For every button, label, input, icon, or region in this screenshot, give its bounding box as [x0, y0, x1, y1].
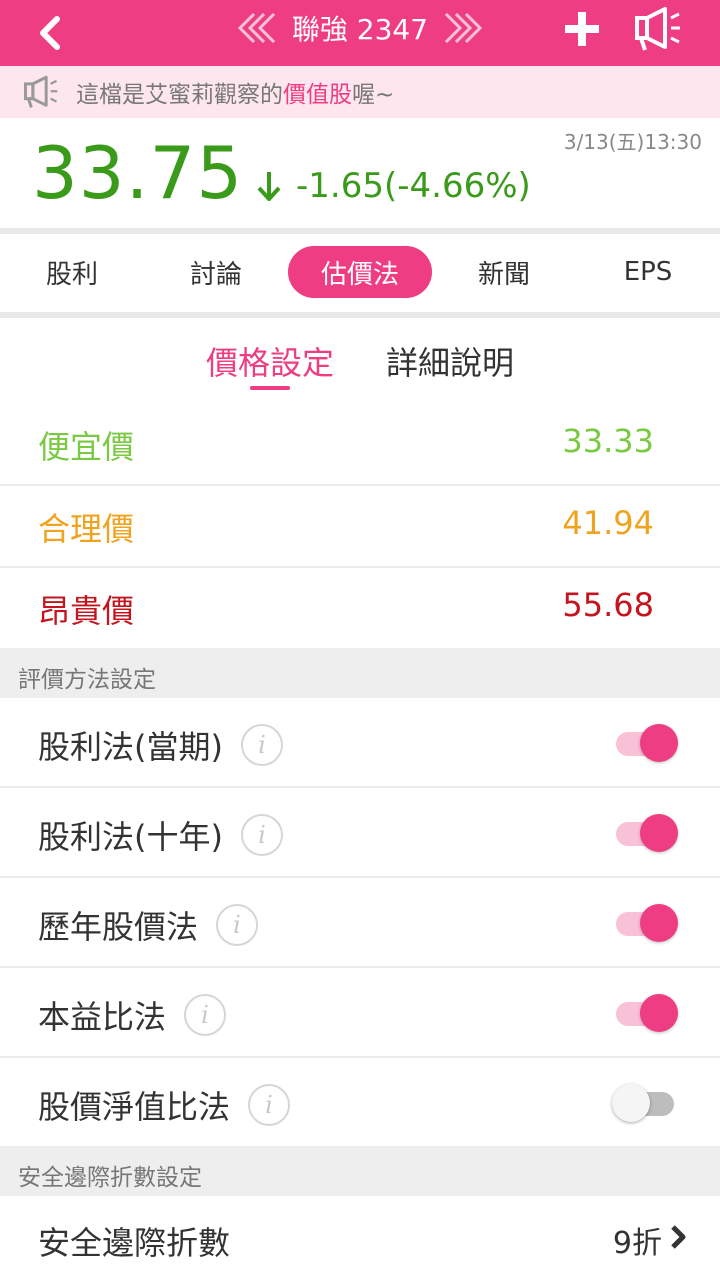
method-label: 本益比法 i — [38, 992, 227, 1038]
method-name: 股價淨值比法 — [38, 1088, 231, 1126]
tab-valuation[interactable]: 估價法 — [288, 246, 432, 298]
megaphone-icon — [22, 72, 62, 112]
subtab-details[interactable]: 詳細說明 — [386, 338, 514, 384]
back-button[interactable] — [30, 10, 70, 56]
chevron-right-icon — [671, 1225, 686, 1249]
method-toggle[interactable] — [612, 1084, 678, 1122]
section-title: 評價方法設定 — [18, 667, 156, 693]
banner-text-suffix: 喔~ — [352, 82, 395, 108]
price-quote: 33.75 -1.65(-4.66%) 3/13(五)13:30 — [0, 118, 720, 228]
method-label: 股價淨值比法 i — [38, 1082, 291, 1128]
info-icon[interactable]: i — [248, 1084, 291, 1126]
megaphone-icon — [635, 7, 680, 51]
double-chevron-left-icon — [237, 12, 275, 44]
method-row: 股利法(當期) i — [0, 698, 720, 788]
banner-text-prefix: 這檔是艾蜜莉觀察的 — [76, 82, 283, 108]
top-app-bar: 聯強 2347 — [0, 0, 720, 66]
price-label: 便宜價 — [38, 428, 135, 466]
tab-eps[interactable]: EPS — [596, 246, 700, 298]
price-row-cheap: 便宜價 33.33 — [0, 404, 720, 486]
info-icon[interactable]: i — [240, 814, 283, 856]
price-row-fair: 合理價 41.94 — [0, 486, 720, 568]
method-label: 股利法(十年) i — [38, 812, 283, 858]
tab-discussion[interactable]: 討論 — [164, 246, 268, 298]
next-stock-button[interactable] — [440, 11, 484, 45]
subtab-price-settings[interactable]: 價格設定 — [206, 338, 334, 384]
price-value: 55.68 — [562, 586, 654, 624]
banner-text: 這檔是艾蜜莉觀察的價值股喔~ — [76, 75, 394, 109]
method-row: 股價淨值比法 i — [0, 1058, 720, 1146]
tab-dividend[interactable]: 股利 — [20, 246, 124, 298]
plus-icon — [565, 12, 599, 46]
method-name: 股利法(十年) — [38, 818, 223, 856]
price-row-expensive: 昂貴價 55.68 — [0, 568, 720, 648]
info-icon[interactable]: i — [216, 904, 259, 946]
safety-margin-row[interactable]: 安全邊際折數 9折 — [0, 1196, 720, 1271]
method-label: 歷年股價法 i — [38, 902, 259, 948]
active-subtab-indicator — [250, 386, 290, 390]
announcement-button[interactable] — [630, 4, 686, 54]
method-toggle[interactable] — [612, 724, 678, 762]
previous-stock-button[interactable] — [236, 11, 280, 45]
arrow-down-icon — [256, 170, 282, 202]
section-title: 安全邊際折數設定 — [18, 1165, 202, 1191]
banner-highlight: 價值股 — [283, 82, 352, 108]
method-toggle[interactable] — [612, 814, 678, 852]
price-value: 41.94 — [562, 504, 654, 542]
price-value: 33.33 — [562, 422, 654, 460]
method-label: 股利法(當期) i — [38, 722, 283, 768]
price-label: 合理價 — [38, 510, 135, 548]
safety-margin-value: 9折 — [612, 1226, 662, 1261]
price-change-value: -1.65(-4.66%) — [296, 166, 531, 206]
method-toggle[interactable] — [612, 994, 678, 1032]
main-tabs: 股利 討論 估價法 新聞 EPS — [0, 234, 720, 312]
info-icon[interactable]: i — [240, 724, 283, 766]
method-toggle[interactable] — [612, 904, 678, 942]
quote-timestamp: 3/13(五)13:30 — [563, 130, 702, 154]
chevron-left-icon — [40, 16, 60, 50]
sub-tabs: 價格設定 詳細說明 — [0, 318, 720, 404]
info-icon[interactable]: i — [184, 994, 227, 1036]
method-row: 股利法(十年) i — [0, 788, 720, 878]
stock-title: 聯強 2347 — [291, 13, 429, 46]
method-name: 歷年股價法 — [38, 908, 199, 946]
tab-news[interactable]: 新聞 — [452, 246, 556, 298]
method-name: 股利法(當期) — [38, 728, 223, 766]
current-price: 33.75 — [32, 131, 244, 215]
stock-switcher: 聯強 2347 — [230, 0, 490, 56]
price-label: 昂貴價 — [38, 592, 135, 630]
section-header-safety: 安全邊際折數設定 — [0, 1146, 720, 1196]
price-change: -1.65(-4.66%) — [256, 166, 531, 206]
double-chevron-right-icon — [445, 12, 483, 44]
section-header-methods: 評價方法設定 — [0, 648, 720, 698]
method-row: 本益比法 i — [0, 968, 720, 1058]
method-name: 本益比法 — [38, 998, 167, 1036]
notice-banner[interactable]: 這檔是艾蜜莉觀察的價值股喔~ — [0, 66, 720, 118]
add-watchlist-button[interactable] — [560, 6, 604, 52]
safety-margin-label: 安全邊際折數 — [38, 1224, 231, 1262]
method-row: 歷年股價法 i — [0, 878, 720, 968]
